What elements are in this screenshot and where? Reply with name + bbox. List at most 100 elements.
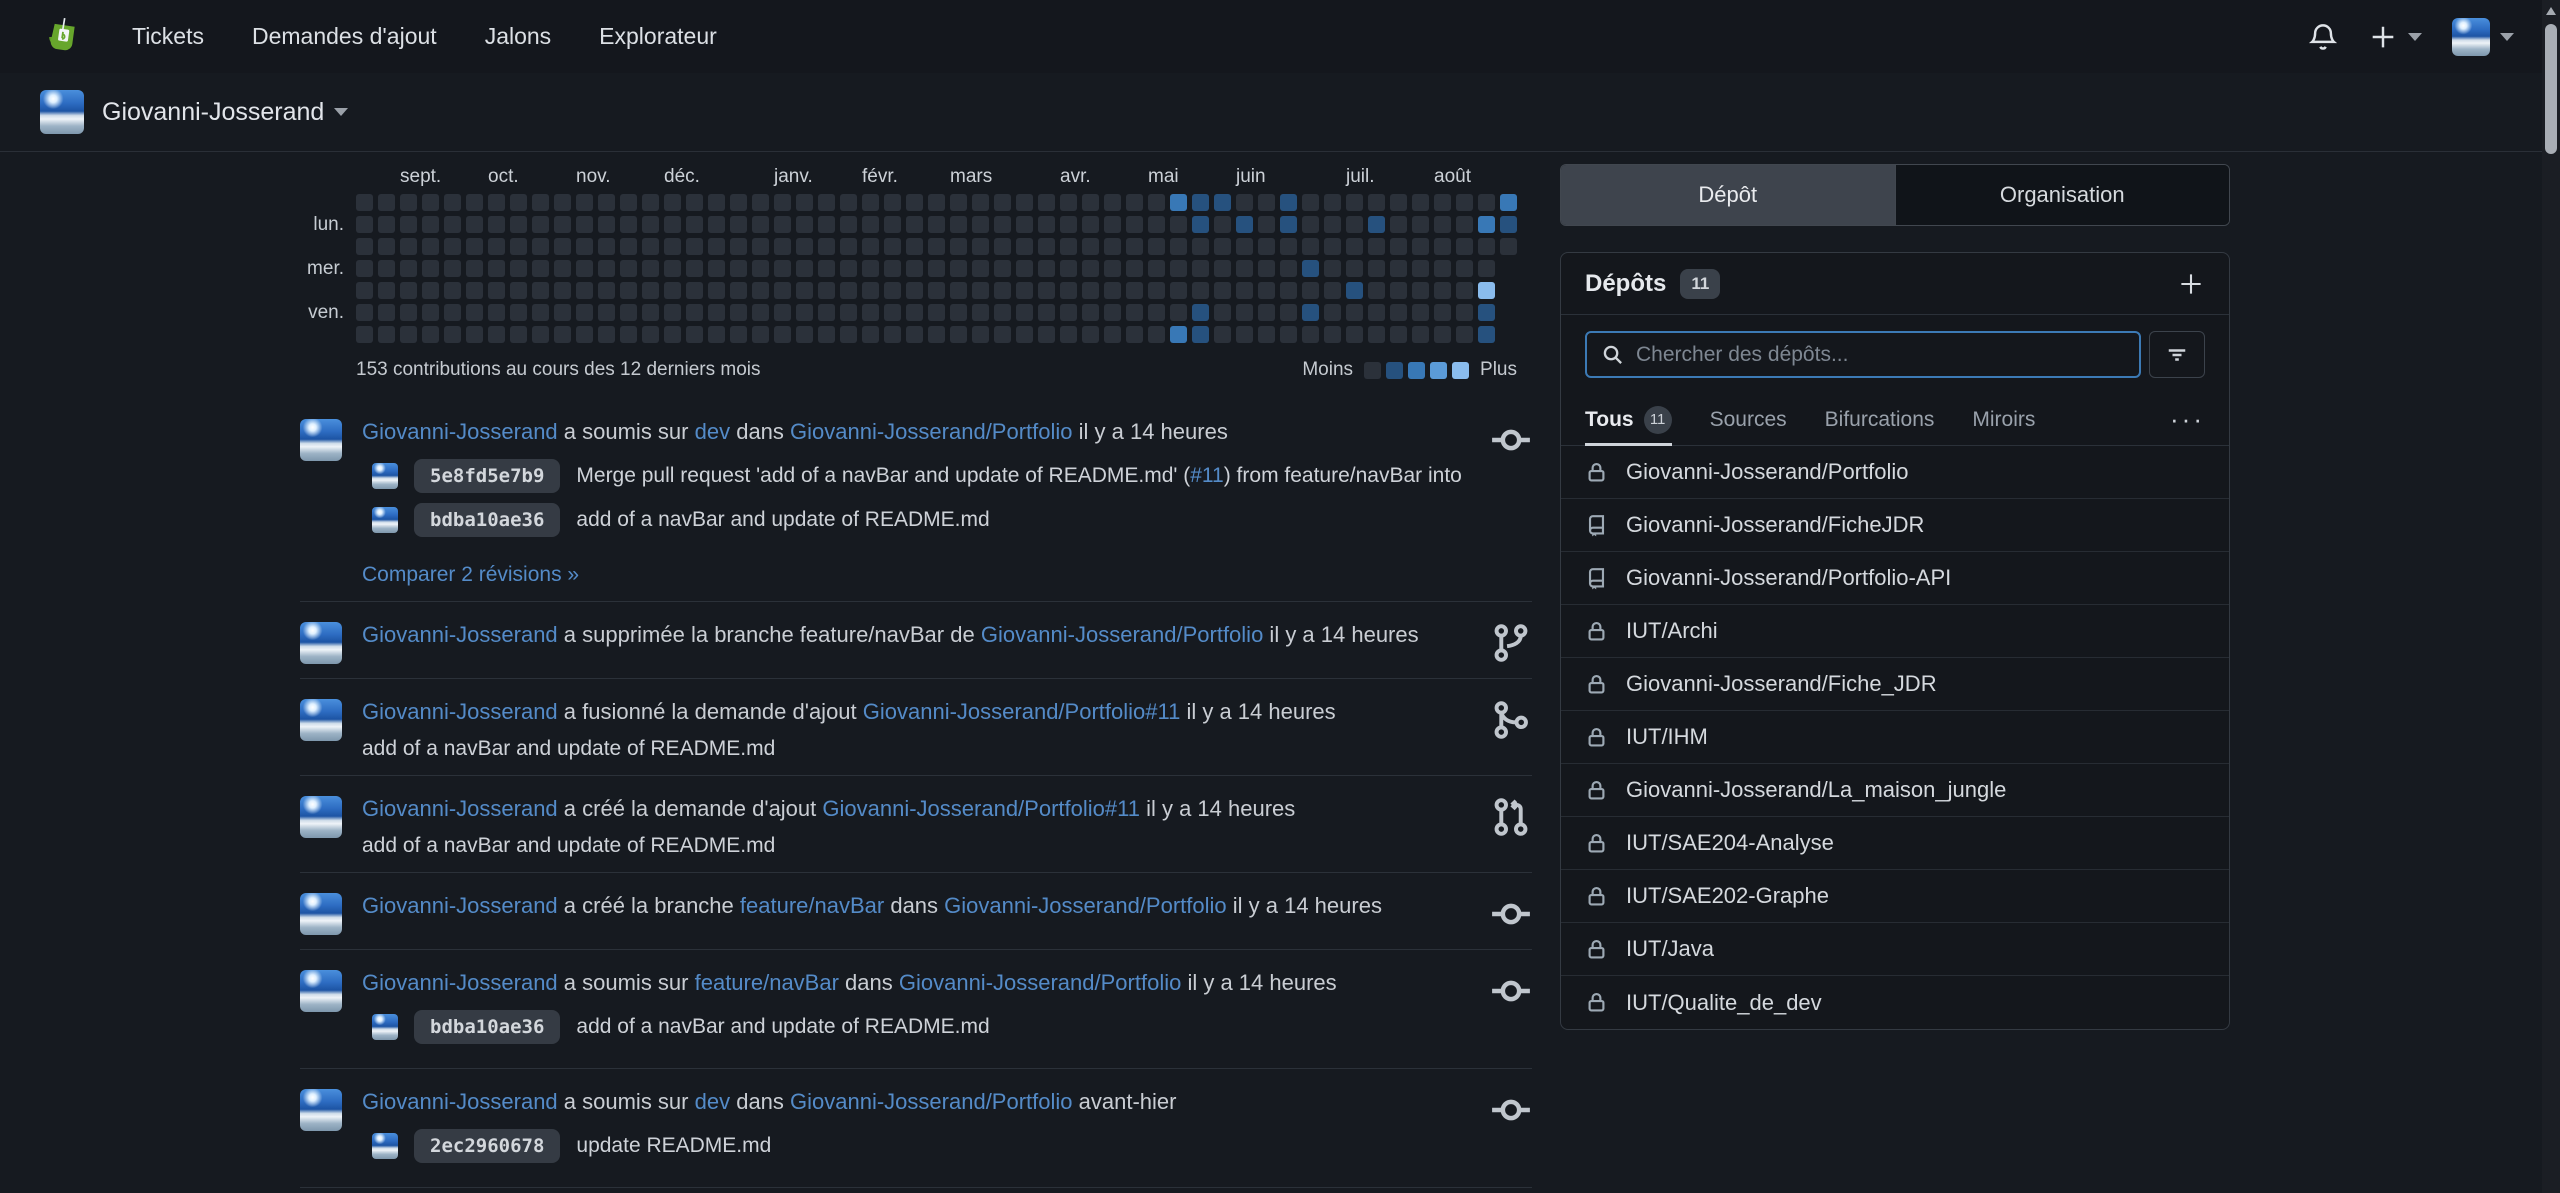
gitea-logo[interactable]	[40, 16, 82, 58]
repo-search-input[interactable]	[1636, 343, 2125, 367]
repo-list-item[interactable]: IUT/Qualite_de_dev	[1561, 976, 2229, 1029]
heatmap-cell	[1126, 304, 1143, 321]
heatmap-cell	[642, 326, 659, 343]
feed-link[interactable]: Giovanni-Josserand/Portfolio	[790, 1089, 1072, 1114]
feed-link[interactable]: feature/navBar	[740, 893, 884, 918]
avatar	[372, 1014, 398, 1040]
lock-icon	[1585, 938, 1608, 961]
feed-link[interactable]: Giovanni-Josserand	[362, 893, 558, 918]
repo-list-item[interactable]: Giovanni-Josserand/Portfolio-API	[1561, 552, 2229, 605]
repo-list-item[interactable]: IUT/SAE202-Graphe	[1561, 870, 2229, 923]
heatmap-day-labels: lun.mer.ven.	[300, 194, 356, 343]
filter-icon[interactable]	[2149, 331, 2205, 378]
filter-tab-sources[interactable]: Sources	[1710, 394, 1787, 445]
nav-item-explore[interactable]: Explorateur	[599, 23, 717, 50]
heatmap-cell	[1126, 194, 1143, 211]
feed-link[interactable]: Giovanni-Josserand/Portfolio	[944, 893, 1226, 918]
heatmap-cell	[356, 216, 373, 233]
heatmap-cell	[972, 326, 989, 343]
feed-link[interactable]: dev	[695, 1089, 730, 1114]
filter-tab-mirrors[interactable]: Miroirs	[1972, 394, 2035, 445]
caret-down-icon[interactable]	[2408, 33, 2422, 41]
feed-link[interactable]: Giovanni-Josserand/Portfolio	[981, 622, 1263, 647]
heatmap-cell	[752, 238, 769, 255]
feed-link[interactable]: Giovanni-Josserand/Portfolio	[899, 970, 1181, 995]
commit-hash-link[interactable]: bdba10ae36	[414, 503, 560, 537]
filter-tab-label: Tous	[1585, 408, 1634, 432]
heatmap-cell	[1214, 194, 1231, 211]
feed-link[interactable]: Giovanni-Josserand	[362, 1089, 558, 1114]
avatar[interactable]	[300, 1089, 342, 1131]
feed-link[interactable]: Giovanni-Josserand	[362, 796, 558, 821]
heatmap-cell	[554, 238, 571, 255]
heatmap-cell	[1390, 216, 1407, 233]
avatar[interactable]	[300, 970, 342, 1012]
heatmap-cell	[1148, 326, 1165, 343]
repo-list-item[interactable]: Giovanni-Josserand/Portfolio	[1561, 446, 2229, 499]
feed-link[interactable]: Giovanni-Josserand/Portfolio	[790, 419, 1072, 444]
heatmap-cell	[1126, 238, 1143, 255]
heatmap-cell	[752, 216, 769, 233]
avatar	[372, 507, 398, 533]
avatar[interactable]	[300, 622, 342, 664]
caret-down-icon[interactable]	[2500, 33, 2514, 41]
legend-less-label: Moins	[1302, 359, 1353, 381]
repo-list-item[interactable]: IUT/IHM	[1561, 711, 2229, 764]
repo-list-item[interactable]: IUT/Archi	[1561, 605, 2229, 658]
repo-list-item[interactable]: IUT/SAE204-Analyse	[1561, 817, 2229, 870]
commit-hash-link[interactable]: 2ec2960678	[414, 1129, 560, 1163]
user-menu[interactable]	[2452, 18, 2514, 56]
heatmap-cell	[1280, 326, 1297, 343]
heatmap-cell	[1082, 194, 1099, 211]
feed-link[interactable]: Giovanni-Josserand/Portfolio#11	[822, 796, 1140, 821]
heatmap-cell	[730, 304, 747, 321]
compare-link[interactable]: Comparer 2 révisions »	[362, 563, 579, 587]
heatmap-cell	[1214, 216, 1231, 233]
feed-link[interactable]: Giovanni-Josserand	[362, 622, 558, 647]
scroll-up-arrow-icon[interactable]	[2546, 7, 2556, 15]
repo-list-item[interactable]: IUT/Java	[1561, 923, 2229, 976]
feed-link[interactable]: Giovanni-Josserand	[362, 970, 558, 995]
plus-icon[interactable]	[2177, 270, 2205, 298]
tab-organisation[interactable]: Organisation	[1896, 165, 2230, 225]
heatmap-cell	[1368, 304, 1385, 321]
feed-link[interactable]: Giovanni-Josserand/Portfolio#11	[863, 699, 1181, 724]
create-menu[interactable]	[2368, 22, 2422, 52]
avatar[interactable]	[40, 90, 84, 134]
feed-link[interactable]: feature/navBar	[695, 970, 839, 995]
repo-list-item[interactable]: Giovanni-Josserand/Fiche_JDR	[1561, 658, 2229, 711]
heatmap-cell	[642, 282, 659, 299]
lock-icon	[1585, 726, 1608, 749]
context-switcher[interactable]: Giovanni-Josserand	[102, 98, 324, 127]
feed-link[interactable]: dev	[695, 419, 730, 444]
commit-hash-link[interactable]: 5e8fd5e7b9	[414, 459, 560, 493]
repo-list-item[interactable]: Giovanni-Josserand/FicheJDR	[1561, 499, 2229, 552]
plus-icon[interactable]	[2368, 22, 2398, 52]
heatmap-cell	[554, 260, 571, 277]
avatar[interactable]	[300, 796, 342, 838]
nav-item-tickets[interactable]: Tickets	[132, 23, 204, 50]
avatar[interactable]	[300, 419, 342, 461]
filter-tab-all[interactable]: Tous 11	[1585, 394, 1672, 445]
feed-link[interactable]: Giovanni-Josserand	[362, 419, 558, 444]
filter-tab-forks[interactable]: Bifurcations	[1825, 394, 1935, 445]
scrollbar-thumb[interactable]	[2545, 24, 2557, 154]
bell-icon[interactable]	[2308, 22, 2338, 52]
activity-entry: Giovanni-Josserand a supprimée la branch…	[300, 1188, 1532, 1193]
nav-item-pull-requests[interactable]: Demandes d'ajout	[252, 23, 437, 50]
caret-down-icon[interactable]	[334, 108, 348, 116]
nav-item-milestones[interactable]: Jalons	[485, 23, 551, 50]
tab-repository[interactable]: Dépôt	[1561, 165, 1896, 225]
avatar[interactable]	[300, 893, 342, 935]
commit-hash-link[interactable]: bdba10ae36	[414, 1010, 560, 1044]
feed-link[interactable]: #11	[1190, 464, 1223, 487]
heatmap-cell	[796, 260, 813, 277]
heatmap-cell	[422, 304, 439, 321]
repo-list-item[interactable]: Giovanni-Josserand/La_maison_jungle	[1561, 764, 2229, 817]
feed-link[interactable]: Giovanni-Josserand	[362, 699, 558, 724]
avatar[interactable]	[2452, 18, 2490, 56]
ellipsis-icon[interactable]: ···	[2170, 404, 2205, 435]
heatmap-cell	[840, 260, 857, 277]
heatmap-cell	[400, 326, 417, 343]
avatar[interactable]	[300, 699, 342, 741]
